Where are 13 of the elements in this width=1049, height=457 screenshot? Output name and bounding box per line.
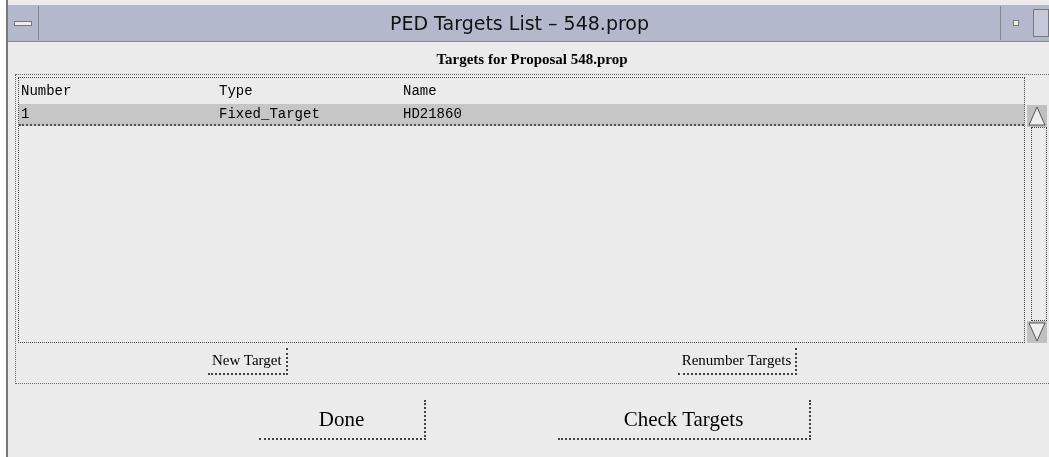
check-targets-button[interactable]: Check Targets [558,400,811,440]
renumber-button[interactable]: Renumber Targets [677,347,798,375]
scroll-down-icon[interactable] [1027,321,1047,343]
window-title: PED Targets List – 548.prop [388,12,651,34]
column-header: Type [219,83,254,99]
column-header: Name [403,83,437,99]
column-header: Number [21,83,73,99]
maximize-button[interactable] [1033,9,1049,37]
done-button[interactable]: Done [259,400,426,440]
list-row[interactable]: 1 Fixed_Target HD21860 [19,104,1024,126]
scroll-up-icon[interactable] [1027,105,1047,127]
new-target-button[interactable]: New Target [208,347,288,375]
list-heading: Targets for Proposal 548.prop [435,50,629,69]
